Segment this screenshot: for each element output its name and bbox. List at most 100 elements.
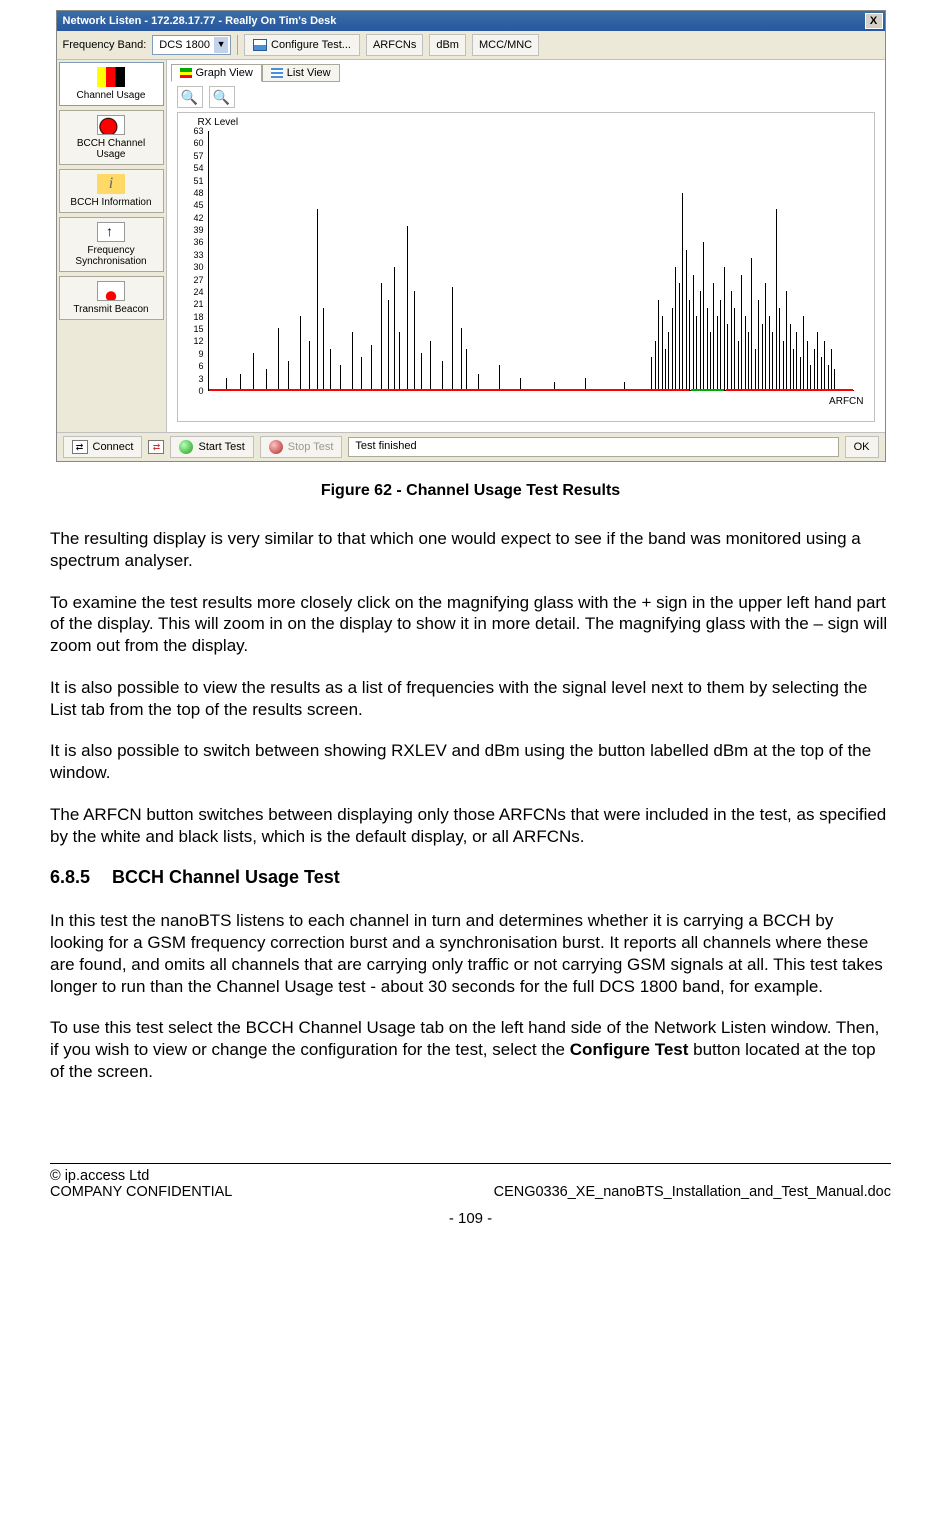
chart-bar — [689, 300, 690, 390]
chevron-down-icon: ▼ — [214, 37, 228, 53]
graph-icon — [180, 68, 192, 78]
toolbar-separator — [237, 35, 238, 55]
chart-bar — [803, 316, 804, 390]
y-tick: 30 — [182, 262, 204, 272]
y-tick: 21 — [182, 299, 204, 309]
chart-bar — [240, 374, 241, 390]
stop-test-label: Stop Test — [288, 441, 334, 453]
disconnect-icon[interactable]: ⇄ — [148, 440, 164, 454]
zoom-out-button[interactable]: 🔍 — [209, 86, 235, 108]
zoom-in-button[interactable]: 🔍 — [177, 86, 203, 108]
chart-bar — [779, 308, 780, 390]
chart-bar — [394, 267, 395, 390]
figure-caption: Figure 62 - Channel Usage Test Results — [50, 482, 891, 500]
tab-frequency-sync[interactable]: Frequency Synchronisation — [59, 217, 164, 272]
mccmnc-button[interactable]: MCC/MNC — [472, 34, 539, 56]
chart-y-axis: 0369121518212427303336394245485154576063 — [182, 131, 204, 391]
chart-bar — [371, 345, 372, 390]
chart-bar — [330, 349, 331, 390]
tab-transmit-beacon[interactable]: Transmit Beacon — [59, 276, 164, 320]
chart-bar — [793, 349, 794, 390]
chart-bar — [734, 308, 735, 390]
y-tick: 12 — [182, 336, 204, 346]
section-title: BCCH Channel Usage Test — [112, 867, 340, 887]
start-test-button[interactable]: Start Test — [170, 436, 253, 458]
chart-bar — [407, 226, 408, 390]
y-tick: 27 — [182, 275, 204, 285]
tab-bcch-information[interactable]: i BCCH Information — [59, 169, 164, 213]
y-tick: 51 — [182, 176, 204, 186]
configure-test-button[interactable]: Configure Test... — [244, 34, 360, 56]
chart-bar — [710, 332, 711, 390]
window-titlebar: Network Listen - 172.28.17.77 - Really O… — [57, 11, 885, 31]
y-tick: 63 — [182, 126, 204, 136]
chart-bar — [679, 283, 680, 390]
chart-bar — [651, 357, 652, 390]
section-number: 6.8.5 — [50, 867, 112, 888]
y-tick: 6 — [182, 361, 204, 371]
freq-band-dropdown[interactable]: DCS 1800 ▼ — [152, 35, 231, 55]
chart-bar — [834, 369, 835, 390]
chart-bar — [783, 341, 784, 390]
tab-channel-usage[interactable]: Channel Usage — [59, 62, 164, 106]
y-tick: 36 — [182, 237, 204, 247]
top-toolbar: Frequency Band: DCS 1800 ▼ Configure Tes… — [57, 31, 885, 60]
chart-bar — [478, 374, 479, 390]
y-tick: 48 — [182, 188, 204, 198]
body-text: The resulting display is very similar to… — [50, 528, 891, 1083]
chart-xlabel: ARFCN — [829, 396, 863, 407]
chart-bar — [361, 357, 362, 390]
network-listen-window: Network Listen - 172.28.17.77 - Really O… — [56, 10, 886, 462]
chart-bar — [421, 353, 422, 390]
chart-bar — [665, 349, 666, 390]
chart-bar — [703, 242, 704, 390]
chart-bar — [655, 341, 656, 390]
chart-bar — [824, 341, 825, 390]
y-tick: 24 — [182, 287, 204, 297]
list-view-tab[interactable]: List View — [262, 64, 340, 82]
chart-ylabel: RX Level — [198, 117, 239, 128]
connect-button[interactable]: ⇄ Connect — [63, 436, 143, 458]
chart-bar — [748, 332, 749, 390]
ok-button[interactable]: OK — [845, 436, 879, 458]
list-icon — [271, 68, 283, 78]
tab-label: Transmit Beacon — [73, 304, 148, 315]
stop-test-button: Stop Test — [260, 436, 343, 458]
chart-bar — [807, 341, 808, 390]
paragraph-bold: Configure Test — [570, 1040, 689, 1059]
view-tabs: Graph View List View — [171, 64, 881, 82]
dbm-button[interactable]: dBm — [429, 34, 466, 56]
graph-view-tab[interactable]: Graph View — [171, 64, 262, 82]
baseline-segment — [209, 389, 690, 391]
chart-bar — [751, 258, 752, 390]
y-tick: 15 — [182, 324, 204, 334]
baseline-segment — [726, 389, 854, 391]
paragraph: To examine the test results more closely… — [50, 592, 891, 657]
chart-bar — [696, 316, 697, 390]
bcch-usage-icon — [97, 115, 125, 135]
chart-bar — [727, 324, 728, 390]
tab-bcch-channel-usage[interactable]: BCCH Channel Usage — [59, 110, 164, 165]
tab-label: BCCH Channel Usage — [62, 138, 161, 160]
chart-bar — [253, 353, 254, 390]
paragraph: The resulting display is very similar to… — [50, 528, 891, 572]
chart-bar — [731, 291, 732, 390]
chart-bar — [786, 291, 787, 390]
close-button[interactable]: X — [865, 13, 883, 29]
left-tab-panel: Channel Usage BCCH Channel Usage i BCCH … — [57, 60, 167, 432]
chart-bar — [278, 328, 279, 390]
chart-bar — [288, 361, 289, 390]
y-tick: 9 — [182, 349, 204, 359]
chart-bar — [741, 275, 742, 390]
connect-icon: ⇄ — [72, 440, 88, 454]
graph-view-label: Graph View — [196, 67, 253, 79]
chart-bar — [300, 316, 301, 390]
chart-bar — [762, 324, 763, 390]
arfcns-button[interactable]: ARFCNs — [366, 34, 423, 56]
y-tick: 3 — [182, 374, 204, 384]
y-tick: 60 — [182, 138, 204, 148]
chart-bar — [796, 332, 797, 390]
configure-icon — [253, 39, 267, 51]
start-test-label: Start Test — [198, 441, 244, 453]
chart-bar — [693, 275, 694, 390]
